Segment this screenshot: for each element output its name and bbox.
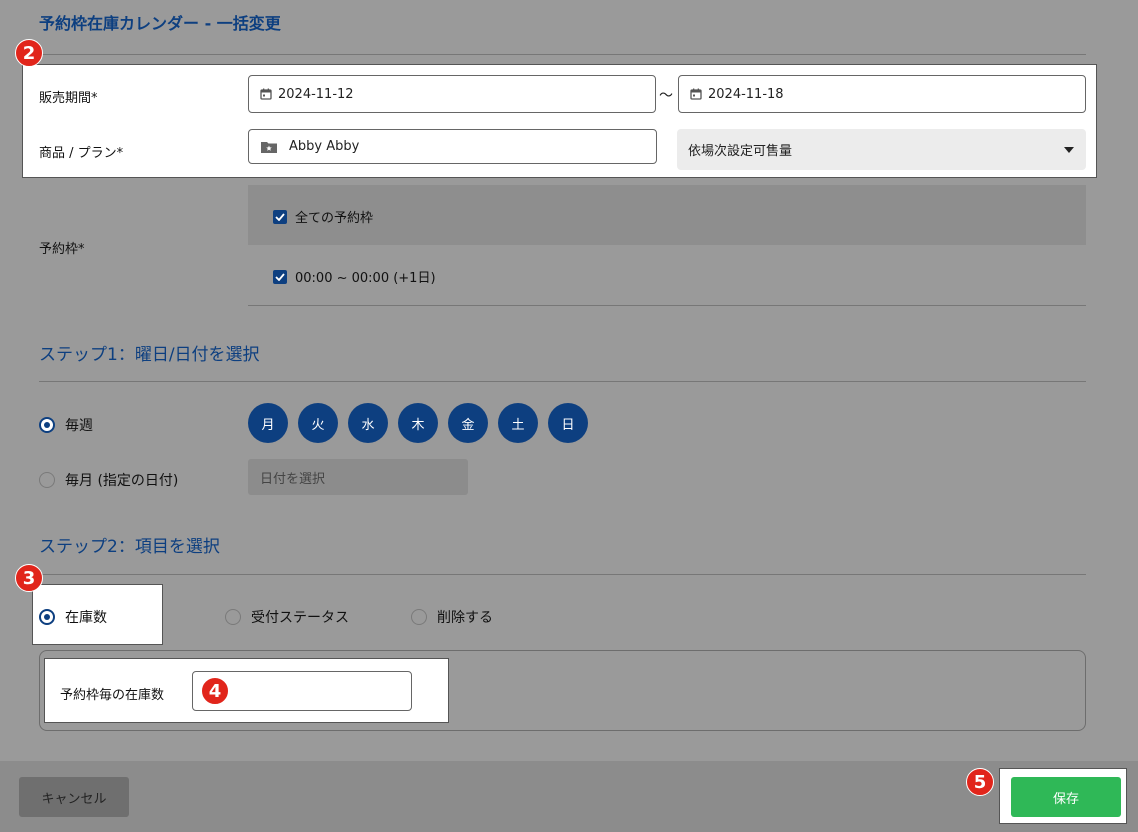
- slot-label: 00:00 ~ 00:00 (+1日): [295, 271, 436, 286]
- cancel-button[interactable]: キャンセル: [19, 777, 129, 817]
- radio-unselected-icon: [225, 609, 241, 625]
- all-slots-checkbox[interactable]: 全ての予約枠: [273, 207, 373, 226]
- day-thu[interactable]: 木: [398, 403, 438, 443]
- start-date-value: 2024-11-12: [278, 86, 354, 102]
- option-stock-radio[interactable]: 在庫数: [39, 607, 107, 627]
- date-select[interactable]: 日付を選択: [248, 459, 468, 495]
- calendar-icon: [690, 88, 702, 100]
- step-badge-5: 5: [966, 768, 994, 796]
- day-fri[interactable]: 金: [448, 403, 488, 443]
- day-tue[interactable]: 火: [298, 403, 338, 443]
- stock-mode-value: 依場次設定可售量: [688, 144, 793, 159]
- monthly-label: 毎月 (指定の日付): [65, 473, 179, 489]
- product-value: Abby Abby: [289, 139, 360, 154]
- start-date-input[interactable]: 2024-11-12: [248, 75, 656, 113]
- checkbox-checked-icon: [273, 209, 287, 224]
- end-date-value: 2024-11-18: [708, 86, 784, 102]
- save-button[interactable]: 保存: [1011, 777, 1121, 817]
- option-stock-label: 在庫数: [65, 610, 107, 626]
- weekly-label: 毎週: [65, 418, 93, 434]
- day-wed[interactable]: 水: [348, 403, 388, 443]
- step-badge-3: 3: [15, 564, 43, 592]
- option-status-label: 受付ステータス: [251, 610, 349, 626]
- all-slots-band: [248, 185, 1086, 245]
- footer-bar: [0, 761, 1138, 832]
- monthly-radio[interactable]: 毎月 (指定の日付): [39, 470, 178, 490]
- slots-label: 予約枠*: [39, 242, 85, 257]
- end-date-input[interactable]: 2024-11-18: [678, 75, 1086, 113]
- radio-selected-icon: [39, 609, 55, 625]
- step-badge-4: 4: [201, 677, 229, 705]
- step1-divider: [39, 381, 1086, 382]
- product-label: 商品 / プラン*: [39, 146, 124, 161]
- title-divider: [39, 54, 1086, 55]
- step2-divider: [39, 574, 1086, 575]
- radio-selected-icon: [39, 417, 55, 433]
- radio-unselected-icon: [411, 609, 427, 625]
- weekday-picker: 月 火 水 木 金 土 日: [248, 403, 588, 443]
- stock-per-slot-label: 予約枠毎の在庫数: [60, 688, 165, 703]
- slots-divider: [248, 305, 1086, 306]
- option-status-radio[interactable]: 受付ステータス: [225, 607, 349, 627]
- option-delete-label: 削除する: [437, 610, 493, 626]
- day-sat[interactable]: 土: [498, 403, 538, 443]
- caret-down-icon: [1064, 142, 1074, 157]
- checkbox-checked-icon: [273, 269, 287, 284]
- day-sun[interactable]: 日: [548, 403, 588, 443]
- weekly-radio[interactable]: 毎週: [39, 415, 93, 435]
- day-mon[interactable]: 月: [248, 403, 288, 443]
- step-badge-2: 2: [15, 39, 43, 67]
- option-delete-radio[interactable]: 削除する: [411, 607, 493, 627]
- date-range-separator: 〜: [659, 88, 673, 104]
- page-title: 予約枠在庫カレンダー - 一括変更: [39, 14, 281, 33]
- calendar-icon: [260, 88, 272, 100]
- sales-period-label: 販売期間*: [39, 91, 98, 106]
- radio-unselected-icon: [39, 472, 55, 488]
- stock-mode-select[interactable]: 依場次設定可售量: [677, 129, 1086, 170]
- product-input[interactable]: Abby Abby: [248, 129, 657, 164]
- slot-checkbox[interactable]: 00:00 ~ 00:00 (+1日): [273, 267, 436, 286]
- step1-title: ステップ1：曜日/日付を選択: [39, 345, 260, 365]
- folder-star-icon: [260, 140, 278, 154]
- step2-title: ステップ2：項目を選択: [39, 537, 220, 557]
- date-select-placeholder: 日付を選択: [260, 471, 326, 487]
- all-slots-label: 全ての予約枠: [295, 211, 374, 226]
